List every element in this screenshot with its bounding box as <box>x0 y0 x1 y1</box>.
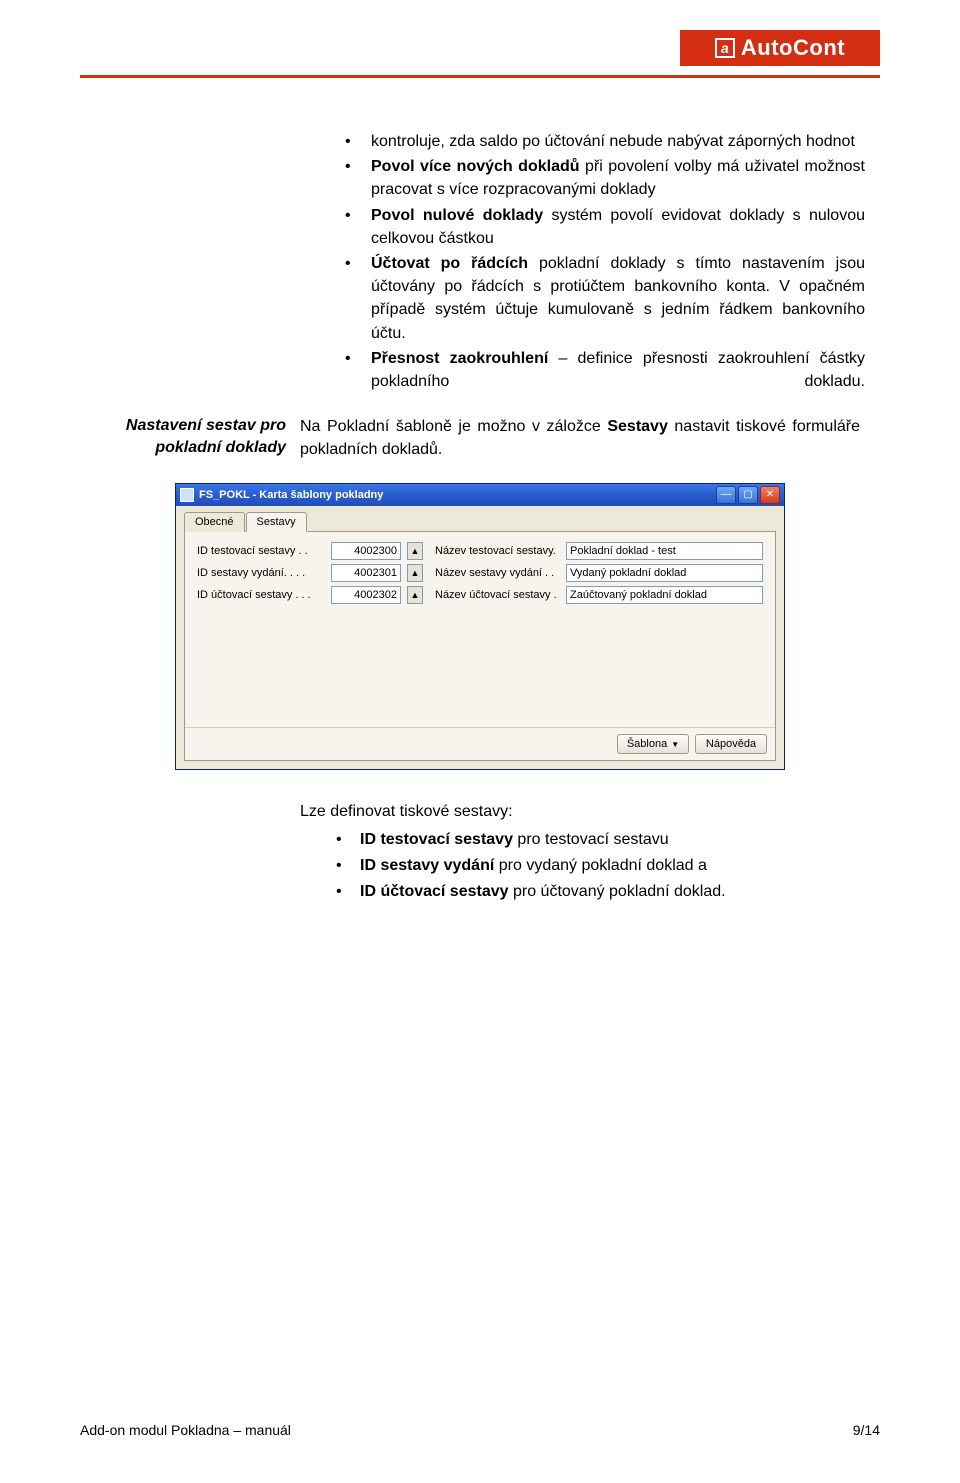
field-label: Název sestavy vydání . . <box>435 567 560 579</box>
logo-box: a AutoCont <box>680 30 880 66</box>
bullet-item: Povol nulové doklady systém povolí evido… <box>335 204 865 250</box>
window-icon <box>180 488 194 502</box>
bullet-item: kontroluje, zda saldo po účtování nebude… <box>335 130 865 153</box>
bullet-bold: ID sestavy vydání <box>360 857 494 874</box>
bullet-bold: Povol více nových dokladů <box>371 158 580 175</box>
id-field[interactable]: 4002301 <box>331 564 401 582</box>
caret-down-icon: ▼ <box>671 740 679 749</box>
bullet-text: pro účtovaný pokladní doklad. <box>509 883 726 900</box>
window-title: FS_POKL - Karta šablony pokladny <box>199 489 383 501</box>
bullet-bold: ID účtovací sestavy <box>360 883 509 900</box>
tab-obecne[interactable]: Obecné <box>184 512 245 532</box>
form-row: ID testovací sestavy . . 4002300 ▲ Název… <box>197 542 763 560</box>
name-field[interactable]: Pokladní doklad - test <box>566 542 763 560</box>
name-field[interactable]: Vydaný pokladní doklad <box>566 564 763 582</box>
bullet-list-top: kontroluje, zda saldo po účtování nebude… <box>335 130 865 393</box>
bullet-text: pro testovací sestavu <box>513 831 669 848</box>
text: Na Pokladní šabloně je možno v záložce <box>300 418 607 435</box>
window-footer: Šablona ▼ Nápověda <box>185 727 775 760</box>
dialog-window: FS_POKL - Karta šablony pokladny — ▢ ✕ O… <box>175 483 785 770</box>
bottom-intro: Lze definovat tiskové sestavy: <box>300 800 860 824</box>
field-label: ID sestavy vydání. . . . <box>197 567 325 579</box>
id-field[interactable]: 4002302 <box>331 586 401 604</box>
close-button[interactable]: ✕ <box>760 486 780 504</box>
form-row: ID sestavy vydání. . . . 4002301 ▲ Název… <box>197 564 763 582</box>
name-field[interactable]: Zaúčtovaný pokladní doklad <box>566 586 763 604</box>
footer-left: Add-on modul Pokladna – manuál <box>80 1422 291 1438</box>
side-heading-line: pokladní doklady <box>155 439 286 456</box>
side-heading-line: Nastavení sestav pro <box>126 417 286 434</box>
bullet-item: ID účtovací sestavy pro účtovaný pokladn… <box>300 880 860 904</box>
form-row: ID účtovací sestavy . . . 4002302 ▲ Náze… <box>197 586 763 604</box>
template-button[interactable]: Šablona ▼ <box>617 734 689 754</box>
minimize-button[interactable]: — <box>716 486 736 504</box>
bullet-item: Účtovat po řádcích pokladní doklady s tí… <box>335 252 865 345</box>
tab-sestavy[interactable]: Sestavy <box>246 512 307 532</box>
bullet-bold: Přesnost zaokrouhlení <box>371 350 548 367</box>
lookup-button[interactable]: ▲ <box>407 586 423 604</box>
lookup-button[interactable]: ▲ <box>407 564 423 582</box>
side-heading: Nastavení sestav pro pokladní doklady <box>100 415 300 461</box>
bullet-item: Povol více nových dokladů při povolení v… <box>335 155 865 201</box>
logo-text: AutoCont <box>741 35 845 61</box>
bullet-bold: Povol nulové doklady <box>371 207 543 224</box>
bullet-text: pro vydaný pokladní doklad a <box>494 857 707 874</box>
titlebar[interactable]: FS_POKL - Karta šablony pokladny — ▢ ✕ <box>176 484 784 506</box>
button-label: Šablona <box>627 738 667 750</box>
field-label: Název testovací sestavy. <box>435 545 560 557</box>
header-logo: a AutoCont <box>680 30 880 66</box>
header-divider <box>80 75 880 78</box>
button-label: Nápověda <box>706 738 756 750</box>
help-button[interactable]: Nápověda <box>695 734 767 754</box>
bullet-item: ID sestavy vydání pro vydaný pokladní do… <box>300 854 860 878</box>
bullet-list-bottom: ID testovací sestavy pro testovací sesta… <box>300 828 860 904</box>
bullet-item: ID testovací sestavy pro testovací sesta… <box>300 828 860 852</box>
bullet-item: Přesnost zaokrouhlení – definice přesnos… <box>335 347 865 393</box>
field-label: ID testovací sestavy . . <box>197 545 325 557</box>
bullet-bold: ID testovací sestavy <box>360 831 513 848</box>
tab-pane: ID testovací sestavy . . 4002300 ▲ Název… <box>184 531 776 761</box>
id-field[interactable]: 4002300 <box>331 542 401 560</box>
bullet-text: kontroluje, zda saldo po účtování nebude… <box>371 133 855 150</box>
lookup-button[interactable]: ▲ <box>407 542 423 560</box>
bullet-bold: Účtovat po řádcích <box>371 255 528 272</box>
footer-right: 9/14 <box>853 1422 880 1438</box>
field-label: Název účtovací sestavy . <box>435 589 560 601</box>
row2-paragraph: Na Pokladní šabloně je možno v záložce S… <box>300 415 860 461</box>
logo-icon: a <box>715 38 735 58</box>
field-label: ID účtovací sestavy . . . <box>197 589 325 601</box>
tab-bar: Obecné Sestavy <box>184 512 776 532</box>
maximize-button[interactable]: ▢ <box>738 486 758 504</box>
text-bold: Sestavy <box>607 418 668 435</box>
